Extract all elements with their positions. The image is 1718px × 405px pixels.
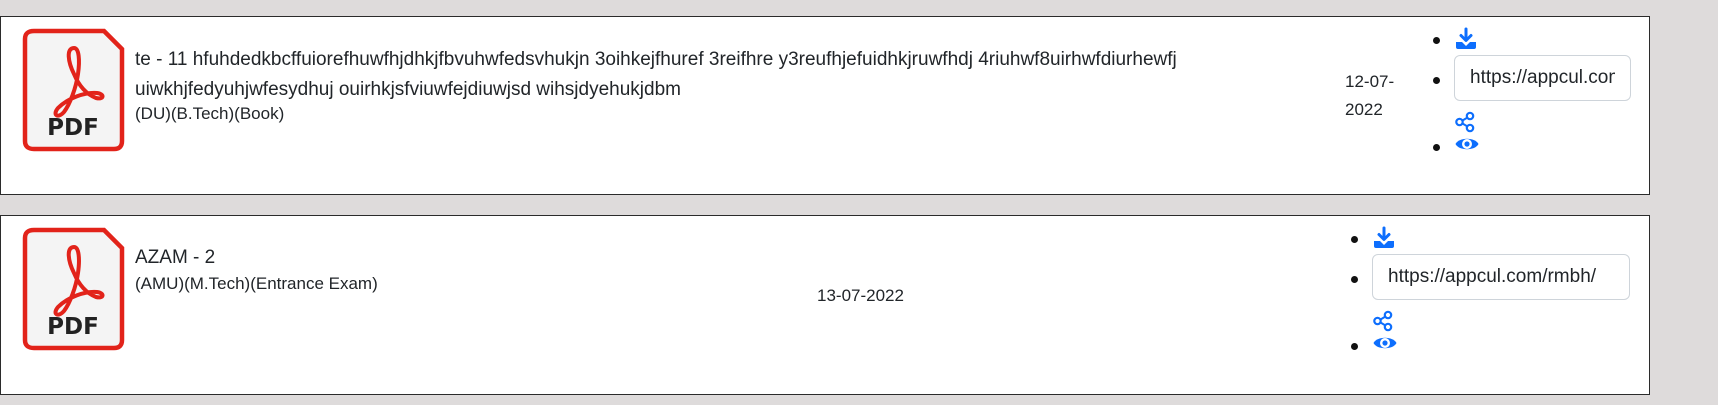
share-icon[interactable] [1454,111,1476,133]
share-link-item [1433,55,1631,133]
share-link-input[interactable] [1372,254,1630,300]
view-item [1433,133,1631,159]
action-list [1351,226,1630,358]
document-card: PDF AZAM - 2 (AMU)(M.Tech)(Entrance Exam… [0,215,1650,395]
pdf-file-icon: PDF [22,28,125,152]
eye-icon[interactable] [1454,133,1480,155]
view-item [1351,332,1630,358]
share-icon[interactable] [1372,310,1394,332]
document-date: 12-07-2022 [1345,72,1395,119]
download-icon[interactable] [1454,27,1478,51]
document-meta: (DU)(B.Tech)(Book) [135,104,285,123]
share-link-item [1351,254,1630,332]
download-icon[interactable] [1372,226,1396,250]
pdf-file-icon: PDF [22,227,125,351]
download-item [1433,27,1631,55]
document-card: PDF te - 11 hfuhdedkbcffuiorefhuwfhjdhkj… [0,16,1650,195]
pdf-label: PDF [47,314,99,340]
document-info: te - 11 hfuhdedkbcffuiorefhuwfhjdhkjfbvu… [135,45,1275,125]
document-title: te - 11 hfuhdedkbcffuiorefhuwfhjdhkjfbvu… [135,49,1177,100]
pdf-label: PDF [47,115,99,141]
action-list [1433,27,1631,159]
document-date: 13-07-2022 [817,286,904,305]
document-title: AZAM - 2 [135,247,216,268]
eye-icon[interactable] [1372,332,1398,354]
document-info: AZAM - 2 (AMU)(M.Tech)(Entrance Exam) [135,243,835,295]
share-link-input[interactable] [1454,55,1631,101]
download-item [1351,226,1630,254]
document-meta: (AMU)(M.Tech)(Entrance Exam) [135,274,378,293]
